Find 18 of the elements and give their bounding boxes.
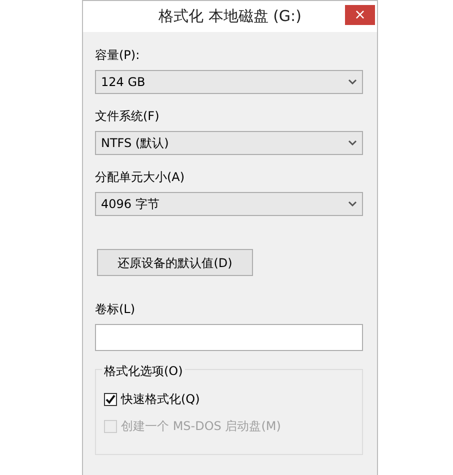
group-title: 格式化选项(O) [102,362,185,380]
dropdown[interactable]: 4096 字节 [95,192,363,216]
dropdown[interactable]: NTFS (默认) [95,131,363,155]
chevron-down-icon [348,79,357,85]
checkbox-label: 快速格式化(Q) [121,391,200,408]
window-title: 格式化 本地磁盘 (G:) [158,7,302,25]
checkbox-label: 创建一个 MS-DOS 启动盘(M) [121,418,281,435]
chevron-down-icon [348,140,357,146]
close-button[interactable]: × [345,5,375,25]
field-label: 分配单元大小(A) [95,169,185,186]
dropdown[interactable]: 124 GB [95,70,363,94]
field-label: 容量(P): [95,47,140,64]
field-label: 文件系统(F) [95,108,160,125]
chevron-down-icon [348,201,357,207]
field-label: 卷标(L) [95,301,136,318]
input-field[interactable] [95,324,363,351]
restore-defaults-button[interactable]: 还原设备的默认值(D) [97,249,253,276]
checkbox[interactable] [104,392,117,406]
